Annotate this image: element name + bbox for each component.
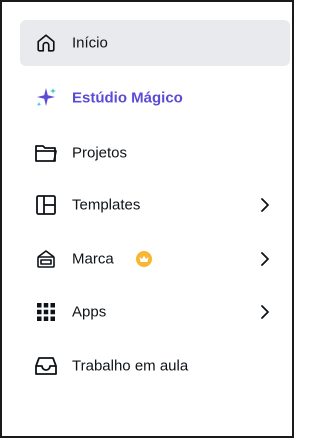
home-icon [33, 30, 59, 56]
sidebar-item-label: Marca [72, 250, 114, 268]
sidebar-item-label: Projetos [72, 144, 128, 162]
crown-icon [136, 251, 152, 267]
apps-grid-icon [33, 299, 59, 325]
chevron-right-icon [261, 305, 269, 319]
sidebar-item-trabalho-em-aula[interactable]: Trabalho em aula [20, 343, 290, 389]
sidebar-item-label: Estúdio Mágico [72, 89, 183, 107]
sidebar-item-templates[interactable]: Templates [20, 182, 290, 228]
folder-icon [33, 140, 59, 166]
inbox-tray-icon [33, 353, 59, 379]
chevron-right-icon [261, 252, 269, 266]
sidebar-item-inicio[interactable]: Início [20, 20, 290, 66]
sidebar-item-label: Apps [72, 303, 107, 321]
brand-kit-icon [33, 246, 59, 272]
chevron-right-icon [261, 198, 269, 212]
sidebar-item-label: Templates [72, 196, 141, 214]
sidebar-item-projetos[interactable]: Projetos [20, 130, 290, 176]
sidebar-item-label: Início [72, 34, 108, 52]
sparkle-icon [33, 85, 59, 111]
sidebar-item-apps[interactable]: Apps [20, 289, 290, 335]
sidebar-item-marca[interactable]: Marca [20, 236, 290, 282]
sidebar-panel: Início Estúdio Mágico Projetos Templates… [0, 0, 294, 438]
templates-icon [33, 192, 59, 218]
sidebar-item-estudio-magico[interactable]: Estúdio Mágico [20, 75, 290, 121]
sidebar-item-label: Trabalho em aula [72, 357, 189, 375]
